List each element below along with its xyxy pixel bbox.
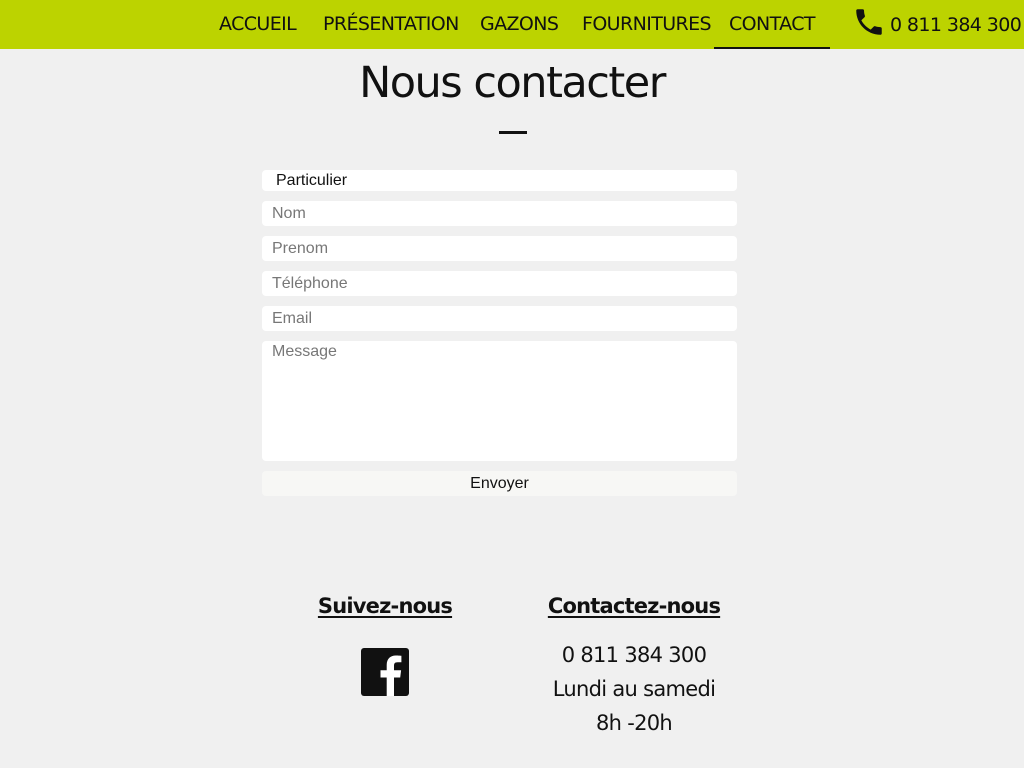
main-nav: ACCUEIL PRÉSENTATION GAZONS FOURNITURES …: [0, 0, 1024, 49]
facebook-icon-svg: [380, 655, 402, 696]
email-field[interactable]: [262, 306, 737, 331]
nav-item-fournitures[interactable]: FOURNITURES: [582, 0, 712, 49]
nav-item-contact[interactable]: CONTACT: [714, 0, 830, 49]
nav-item-presentation[interactable]: PRÉSENTATION: [323, 0, 459, 49]
facebook-icon[interactable]: [361, 648, 409, 696]
footer-days: Lundi au samedi: [552, 677, 716, 701]
nav-item-accueil[interactable]: ACCUEIL: [219, 0, 297, 49]
phone-icon-svg: [856, 9, 882, 35]
customer-type-value: Particulier: [276, 172, 348, 189]
contact-column: Contactez-nous 0 811 384 300 Lundi au sa…: [544, 594, 724, 740]
nom-field[interactable]: [262, 201, 737, 226]
customer-type-select[interactable]: Particulier: [262, 170, 737, 191]
follow-heading: Suivez-nous: [317, 594, 453, 618]
phone-icon: [852, 5, 886, 44]
page-title: Nous contacter: [359, 58, 666, 108]
header-phone[interactable]: 0 811 384 300: [852, 0, 1022, 49]
submit-button[interactable]: Envoyer: [262, 471, 737, 496]
message-field[interactable]: [262, 341, 737, 461]
nav-item-gazons[interactable]: GAZONS: [480, 0, 559, 49]
follow-column: Suivez-nous: [315, 594, 455, 618]
header-phone-number: 0 811 384 300: [890, 13, 1022, 36]
footer-hours: 8h -20h: [595, 711, 673, 735]
title-divider: [499, 131, 527, 134]
prenom-field[interactable]: [262, 236, 737, 261]
contact-details: 0 811 384 300 Lundi au samedi 8h -20h: [544, 638, 724, 740]
telephone-field[interactable]: [262, 271, 737, 296]
contact-heading: Contactez-nous: [547, 594, 721, 618]
footer-phone[interactable]: 0 811 384 300: [544, 638, 724, 672]
